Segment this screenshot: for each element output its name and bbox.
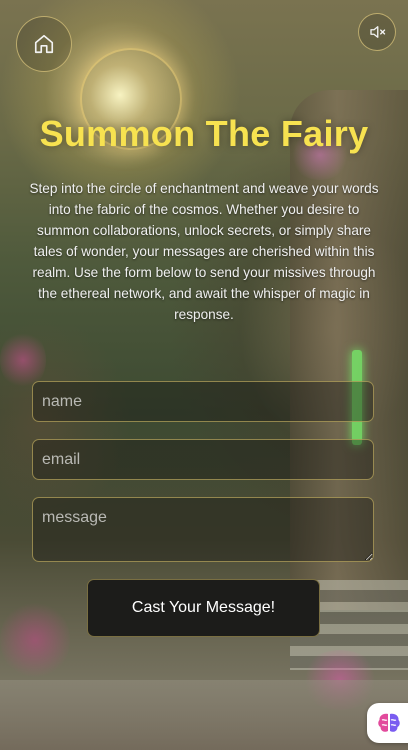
name-field[interactable]	[32, 381, 374, 422]
speaker-muted-icon	[370, 26, 386, 38]
garden-path	[0, 680, 408, 750]
sound-toggle-button[interactable]	[358, 13, 396, 51]
email-field[interactable]	[32, 439, 374, 480]
intro-paragraph: Step into the circle of enchantment and …	[29, 181, 379, 322]
flower-cluster	[0, 600, 70, 680]
home-button[interactable]	[16, 16, 72, 72]
page-title: Summon The Fairy	[39, 113, 369, 154]
brain-icon	[378, 713, 400, 732]
home-icon	[34, 34, 54, 54]
brain-widget-button[interactable]	[367, 703, 408, 743]
message-field[interactable]	[32, 497, 374, 562]
cast-message-button[interactable]: Cast Your Message!	[87, 579, 320, 637]
